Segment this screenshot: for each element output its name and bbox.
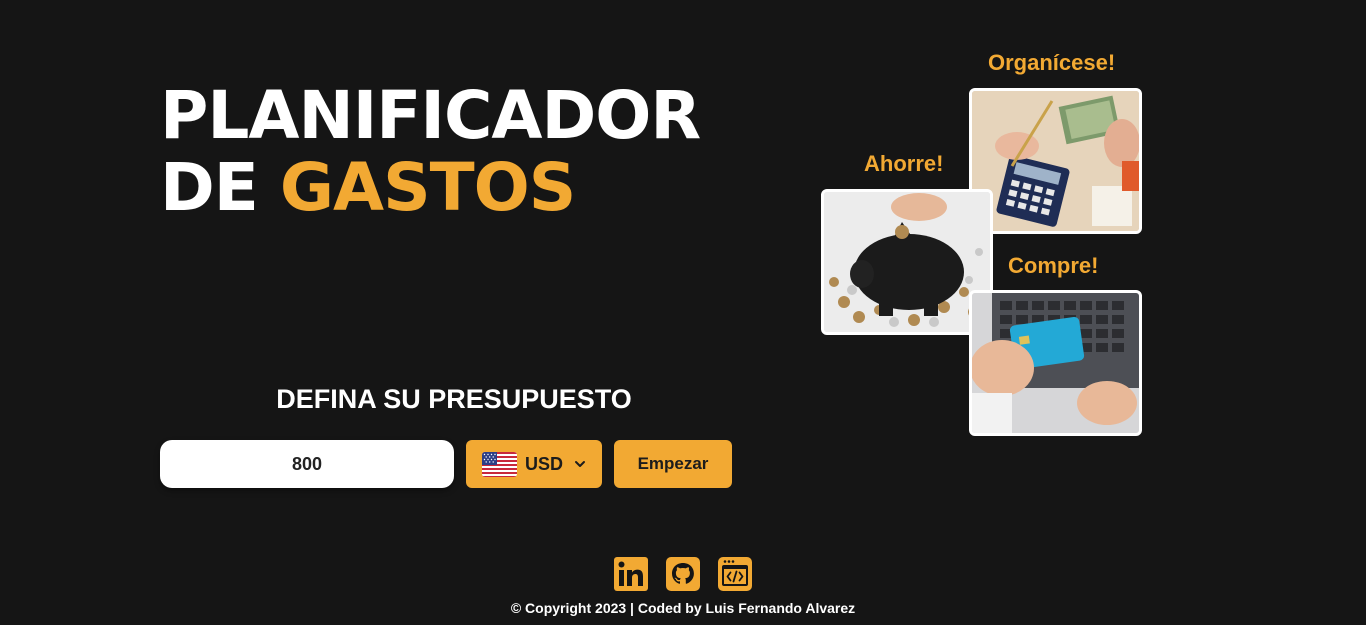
start-button[interactable]: Empezar — [614, 440, 732, 488]
buy-caption: Compre! — [1008, 253, 1099, 278]
social-links — [613, 556, 753, 592]
title-line-2-white: DE — [160, 149, 280, 226]
footer-copyright: © Copyright 2023 | Coded by Luis Fernand… — [510, 600, 856, 616]
us-flag-icon — [482, 451, 517, 477]
organize-caption: Organícese! — [988, 50, 1116, 75]
credit-card-laptop-photo — [969, 290, 1142, 436]
code-window-icon[interactable] — [717, 556, 753, 592]
github-icon[interactable] — [665, 556, 701, 592]
currency-select[interactable]: USD — [466, 440, 602, 488]
linkedin-icon[interactable] — [613, 556, 649, 592]
currency-code: USD — [525, 453, 564, 474]
calculator-money-photo — [969, 88, 1142, 234]
chevron-down-icon — [575, 461, 586, 467]
title-line-2-accent: GASTOS — [279, 149, 576, 226]
budget-label: DEFINA SU PRESUPUESTO — [276, 384, 632, 414]
save-caption: Ahorre! — [864, 151, 944, 176]
piggy-bank-photo — [821, 189, 993, 335]
title-line-2: DE GASTOS — [160, 152, 700, 224]
title-line-1: PLANIFICADOR — [160, 77, 701, 154]
page-title: PLANIFICADOR DE GASTOS — [160, 77, 701, 224]
budget-input[interactable] — [160, 440, 454, 488]
